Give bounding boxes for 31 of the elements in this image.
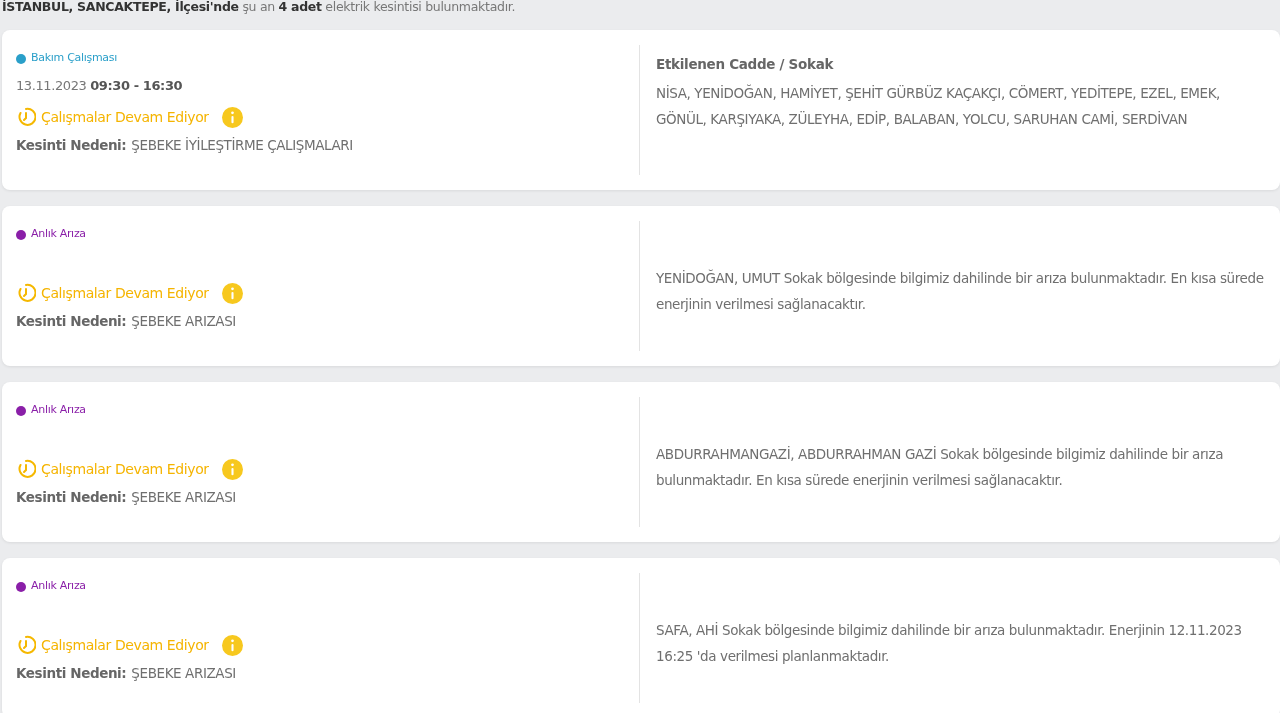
clock-icon — [16, 283, 36, 303]
reason-text: ŞEBEKE ARIZASI — [131, 665, 236, 681]
info-icon[interactable] — [221, 106, 243, 128]
outage-type: Anlık Arıza — [31, 402, 86, 416]
reason-label: Kesinti Nedeni: — [16, 313, 127, 329]
description-text: ABDURRAHMANGAZİ, ABDURRAHMAN GAZİ Sokak bölgesinde bilgimiz dahilinde bir arıza bulunmaktadır. En kısa sürede enerjinin verilmesi sağlanacaktır. — [656, 445, 1224, 490]
status-text: Çalışmalar Devam Ediyor — [41, 461, 209, 477]
clock-icon — [16, 635, 36, 655]
clock-icon — [16, 459, 36, 479]
outage-type: Anlık Arıza — [31, 226, 86, 240]
reason-label: Kesinti Nedeni: — [16, 665, 127, 681]
summary-text: İSTANBUL, SANCAKTEPE, İlçesi'nde şu an 4 adet elektrik kesintisi bulunmaktadır. — [2, 0, 517, 16]
clock-icon — [16, 107, 36, 127]
outage-type: Bakım Çalışması — [31, 50, 117, 64]
outage-type: Anlık Arıza — [31, 578, 86, 592]
status-text: Çalışmalar Devam Ediyor — [41, 109, 209, 125]
info-icon[interactable] — [221, 634, 243, 656]
reason-label: Kesinti Nedeni: — [16, 137, 127, 153]
description-text: SAFA, AHİ Sokak bölgesinde bilgimiz dahilinde bir arıza bulunmaktadır. Enerjinin 12.11.2023 16:25 'da verilmesi planlanmaktadır. — [656, 621, 1243, 666]
streets-heading: Etkilenen Cadde / Sokak — [656, 56, 835, 72]
outage-date: 13.11.2023 09:30 - 16:30 — [16, 78, 184, 95]
status-text: Çalışmalar Devam Ediyor — [41, 285, 209, 301]
reason-text: ŞEBEKE İYİLEŞTİRME ÇALIŞMALARI — [131, 137, 353, 153]
info-icon[interactable] — [221, 282, 243, 304]
info-icon[interactable] — [221, 458, 243, 480]
status-text: Çalışmalar Devam Ediyor — [41, 637, 209, 653]
reason-text: ŞEBEKE ARIZASI — [131, 313, 236, 329]
description-text: YENİDOĞAN, UMUT Sokak bölgesinde bilgimiz dahilinde bir arıza bulunmaktadır. En kısa sürede enerjinin verilmesi sağlanacaktır. — [656, 268, 1265, 314]
reason-label: Kesinti Nedeni: — [16, 489, 127, 505]
reason-text: ŞEBEKE ARIZASI — [131, 489, 236, 505]
description-text: NİSA, YENİDOĞAN, HAMİYET, ŞEHİT GÜRBÜZ KAÇAKÇI, CÖMERT, YEDİTEPE, EZEL, EMEK, GÖNÜL, KARŞIYAKA, ZÜLEYHA, EDİP, BALABAN, YOLCU, SARUHAN CAMİ, SERDİVAN — [656, 83, 1221, 129]
